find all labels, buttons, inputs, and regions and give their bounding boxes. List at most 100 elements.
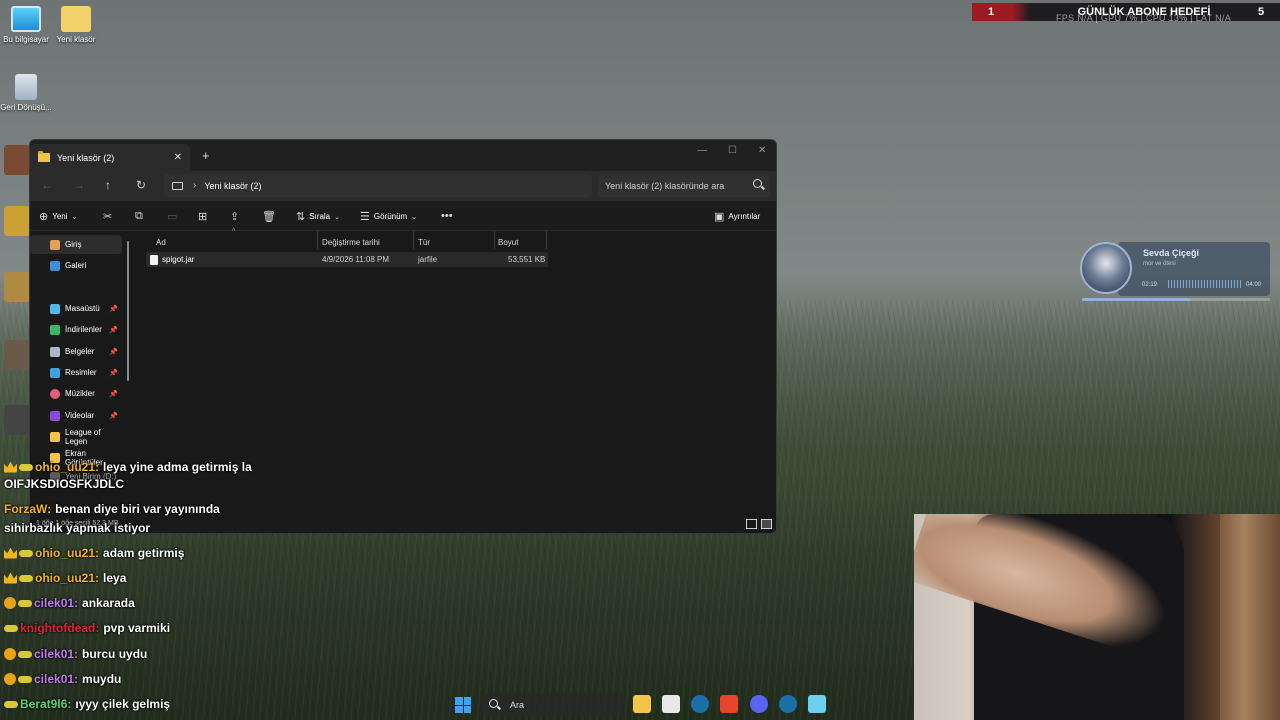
taskbar-search-placeholder: Ara	[510, 699, 525, 710]
pin-icon[interactable]: 📌	[109, 305, 118, 313]
sub-goal-current: 1	[972, 3, 1030, 21]
sidebar-item-label: Müzikler	[65, 389, 95, 398]
performance-stats: FPS N/A | GPU 7% | CPU 13% | LAT N/A	[1056, 13, 1232, 23]
pin-icon[interactable]: 📌	[109, 412, 118, 420]
chat-message: cilek01: muydu	[4, 672, 121, 686]
folder-icon	[50, 431, 60, 442]
up-button[interactable]: ↑	[105, 178, 111, 192]
view-button[interactable]: ☰ Görünüm ⌄	[360, 210, 417, 223]
sunglasses-badge-icon	[18, 650, 32, 658]
notepad-icon[interactable]	[808, 695, 826, 713]
column-divider[interactable]	[546, 231, 547, 249]
sidebar-item-pictures[interactable]: Resimler 📌	[30, 363, 122, 382]
videos-icon	[50, 410, 60, 421]
chevron-down-icon: ⌄	[71, 213, 78, 221]
tab-yeni-klasor[interactable]: Yeni klasör (2) ✕	[30, 144, 190, 171]
sidebar-item-label: League of Legen	[65, 427, 101, 446]
sidebar-item-downloads[interactable]: İndirilenler 📌	[30, 320, 122, 339]
chat-message: knightofdead: pvp varmiki	[4, 621, 170, 635]
column-divider[interactable]	[494, 231, 495, 249]
file-list: Ad ^ Değiştirme tarihi Tür Boyut spigot.…	[146, 228, 776, 533]
paste-button[interactable]: ▭	[167, 210, 177, 223]
store-icon[interactable]	[662, 695, 680, 713]
share-icon: ⇪	[230, 211, 240, 223]
desktop-icon	[50, 303, 60, 314]
taskbar-search[interactable]: Ara	[480, 693, 626, 716]
pin-icon[interactable]: 📌	[109, 390, 118, 398]
windows-start-icon[interactable]	[455, 697, 471, 713]
column-divider[interactable]	[317, 231, 318, 249]
address-bar[interactable]: › Yeni klasör (2)	[164, 174, 592, 197]
rename-button[interactable]: ⊞	[198, 210, 207, 223]
view-list-icon: ☰	[360, 211, 370, 223]
steam-icon[interactable]	[779, 695, 797, 713]
sort-button[interactable]: ⇅ Sırala ⌄	[296, 210, 340, 223]
search-box[interactable]: Yeni klasör (2) klasöründe ara	[598, 174, 770, 197]
desktop-icon-new-folder[interactable]: Yeni klasör	[50, 6, 102, 44]
sidebar-scrollbar[interactable]	[127, 241, 129, 381]
this-pc-icon	[172, 181, 183, 190]
sidebar-item-gallery[interactable]: Galeri	[30, 256, 122, 275]
sidebar-item-videos[interactable]: Videolar 📌	[30, 406, 122, 425]
sidebar-item-home[interactable]: Giriş	[30, 235, 122, 254]
file-type: jarfile	[418, 255, 438, 264]
file-icon	[150, 255, 158, 265]
chat-text: adam getirmiş	[103, 546, 185, 560]
sidebar-item-desktop[interactable]: Masaüstü 📌	[30, 299, 122, 318]
tiles-view-button[interactable]	[761, 519, 772, 529]
album-cover	[1080, 242, 1132, 294]
sidebar-item-label: Giriş	[65, 240, 82, 249]
desktop-icon-this-pc[interactable]: Bu bilgisayar	[0, 6, 52, 44]
new-tab-button[interactable]: +	[202, 148, 210, 163]
brave-icon[interactable]	[720, 695, 738, 713]
league-of-legends-icon[interactable]	[4, 272, 30, 302]
minimize-button[interactable]: —	[697, 145, 707, 156]
desktop-icon-label: Geri Dönüşü...	[0, 103, 52, 112]
copy-button[interactable]: ⧉	[135, 210, 143, 223]
sidebar-item-music[interactable]: Müzikler 📌	[30, 384, 122, 403]
forward-button[interactable]: →	[73, 178, 85, 192]
close-tab-icon[interactable]: ✕	[174, 152, 182, 163]
screenshot-file-icon[interactable]	[4, 145, 30, 175]
delete-button[interactable]: 🗑	[262, 210, 276, 223]
more-options-button[interactable]: •••	[441, 210, 453, 222]
title-bar[interactable]: Yeni klasör (2) ✕ + — ☐ ✕	[30, 140, 776, 171]
pin-icon[interactable]: 📌	[109, 369, 118, 377]
discord-icon[interactable]	[750, 695, 768, 713]
column-divider[interactable]	[413, 231, 414, 249]
pin-icon[interactable]: 📌	[109, 348, 118, 356]
breadcrumb[interactable]: Yeni klasör (2)	[204, 181, 261, 191]
new-button[interactable]: ⊕ Yeni ⌄	[39, 210, 77, 223]
cut-button[interactable]: ✂	[103, 210, 112, 223]
details-view-button[interactable]	[746, 519, 757, 529]
chevron-down-icon: ⌄	[334, 213, 340, 221]
sidebar-item-league-of-legends[interactable]: League of Legen	[30, 427, 122, 446]
chat-message: ohio_uu21: leya yine adma getirmiş la	[4, 460, 252, 474]
details-pane-icon: ▣	[714, 211, 725, 223]
exclamation-badge-icon	[4, 673, 16, 685]
crimson-desert-icon[interactable]	[4, 340, 30, 370]
sidebar-item-documents[interactable]: Belgeler 📌	[30, 342, 122, 361]
search-icon	[489, 699, 498, 708]
new-label: Yeni	[52, 212, 68, 221]
maximize-button[interactable]: ☐	[728, 145, 737, 156]
table-row[interactable]: spigot.jar 4/9/2026 11:08 PM jarfile 53,…	[146, 252, 548, 267]
chat-text: muydu	[82, 672, 122, 686]
sunglasses-badge-icon	[18, 675, 32, 683]
refresh-button[interactable]: ↻	[136, 178, 146, 192]
sunglasses-badge-icon	[19, 574, 33, 582]
details-button[interactable]: ▣ Ayrıntılar	[714, 210, 760, 223]
teamfight-tactics-icon[interactable]	[4, 206, 30, 236]
desktop-icon-label: Bu bilgisayar	[3, 35, 49, 44]
back-button[interactable]: ←	[41, 178, 53, 192]
share-button[interactable]: ⇪	[230, 210, 239, 223]
steam-icon[interactable]	[691, 695, 709, 713]
close-window-button[interactable]: ✕	[758, 145, 766, 156]
desktop-icon-recycle-bin[interactable]: Geri Dönüşü...	[0, 74, 52, 112]
sidebar-item-label: Masaüstü	[65, 304, 100, 313]
file-explorer-window[interactable]: Yeni klasör (2) ✕ + — ☐ ✕ ← → ↑ ↻ › Yeni…	[29, 139, 777, 534]
file-explorer-icon[interactable]	[633, 695, 651, 713]
pin-icon[interactable]: 📌	[109, 326, 118, 334]
ultra-app-icon[interactable]	[4, 405, 30, 435]
rename-icon: ⊞	[198, 211, 208, 223]
